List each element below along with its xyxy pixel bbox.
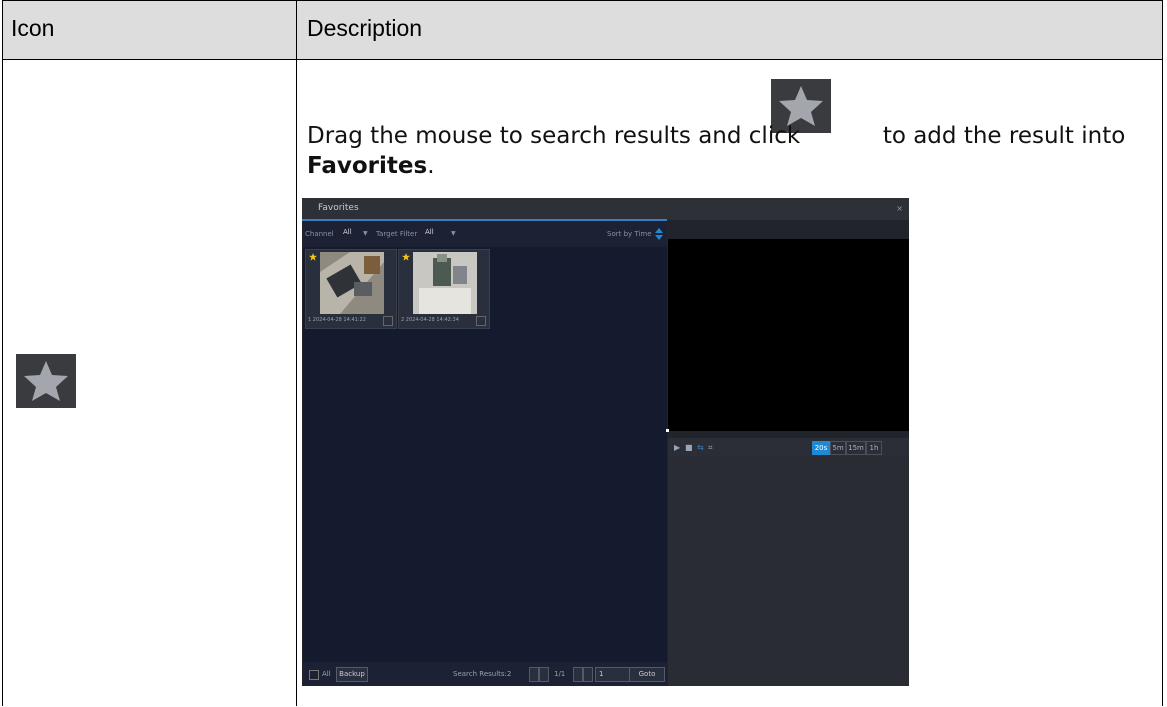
time-20s-button[interactable]: 20s: [812, 441, 830, 455]
search-results-count: Search Results:2: [453, 670, 512, 678]
close-icon[interactable]: ×: [896, 204, 903, 213]
favorite-star-icon: [309, 253, 317, 261]
snapshot-icon[interactable]: ⌗: [708, 443, 713, 453]
prev-page-button[interactable]: [539, 667, 549, 682]
thumbnail-checkbox[interactable]: [383, 316, 393, 326]
page-indicator: 1/1: [554, 670, 566, 678]
thumbnail-image: [320, 252, 384, 314]
stop-icon[interactable]: ■: [685, 443, 693, 452]
header-description-column: Description: [307, 15, 423, 41]
channel-select[interactable]: All: [343, 228, 352, 240]
description-text-before: Drag the mouse to search results and cli…: [307, 123, 801, 149]
backup-button[interactable]: Backup: [336, 667, 368, 682]
favorites-window-screenshot: Favorites × Channel All ▼ Target Filter …: [302, 198, 909, 686]
select-all-label: All: [322, 670, 331, 678]
thumbnail-caption: 2 2024-04-28 14:42:34: [401, 317, 459, 323]
star-icon: [16, 354, 76, 408]
sort-label[interactable]: Sort by Time: [607, 230, 652, 238]
channel-label: Channel: [305, 230, 334, 238]
last-page-button[interactable]: [583, 667, 593, 682]
favorites-term: Favorites: [307, 153, 428, 179]
favorites-title: Favorites: [318, 203, 359, 213]
results-bottom-bar: All Backup Search Results:2 1/1 1 Goto: [303, 662, 667, 686]
time-15m-button[interactable]: 15m: [846, 441, 866, 455]
select-all-checkbox[interactable]: [309, 670, 319, 680]
description-period: .: [427, 153, 435, 179]
thumbnail-caption: 1 2024-04-28 14:41:22: [308, 317, 366, 323]
sort-arrows-icon[interactable]: [655, 228, 663, 240]
progress-marker[interactable]: [666, 429, 669, 432]
speed-icon[interactable]: ⇆: [697, 443, 704, 452]
time-5m-button[interactable]: 5m: [830, 441, 846, 455]
favorites-title-bar: Favorites ×: [302, 198, 909, 220]
first-page-button[interactable]: [529, 667, 539, 682]
table-border-right: [1162, 0, 1163, 706]
goto-button[interactable]: Goto: [629, 667, 665, 682]
description-text-after: to add the result into: [882, 123, 1126, 149]
target-filter-label: Target Filter: [376, 230, 418, 238]
thumbnail-checkbox[interactable]: [476, 316, 486, 326]
table-border-left: [2, 0, 3, 706]
result-thumbnail[interactable]: 1 2024-04-28 14:41:22: [305, 249, 397, 329]
favorite-star-icon: [402, 253, 410, 261]
thumbnail-image: [413, 252, 477, 314]
page-number-input[interactable]: 1: [595, 667, 630, 682]
table-header: Icon Description: [2, 0, 1163, 60]
detail-pane: [668, 457, 909, 686]
target-filter-caret-icon[interactable]: ▼: [451, 230, 456, 237]
row-description: Drag the mouse to search results and cli…: [307, 121, 1152, 181]
playback-control-bar: ▶ ■ ⇆ ⌗ 20s 5m 15m 1h: [668, 438, 909, 457]
time-1h-button[interactable]: 1h: [866, 441, 882, 455]
play-icon[interactable]: ▶: [674, 443, 680, 452]
results-pane: Channel All ▼ Target Filter All ▼ Sort b…: [303, 221, 667, 686]
header-icon-column: Icon: [11, 15, 55, 41]
channel-caret-icon[interactable]: ▼: [363, 230, 368, 237]
next-page-button[interactable]: [573, 667, 583, 682]
video-preview: [668, 239, 909, 431]
result-thumbnail[interactable]: 2 2024-04-28 14:42:34: [398, 249, 490, 329]
target-filter-select[interactable]: All: [425, 228, 434, 240]
filter-bar: Channel All ▼ Target Filter All ▼ Sort b…: [303, 221, 667, 247]
table-column-divider: [296, 0, 297, 706]
